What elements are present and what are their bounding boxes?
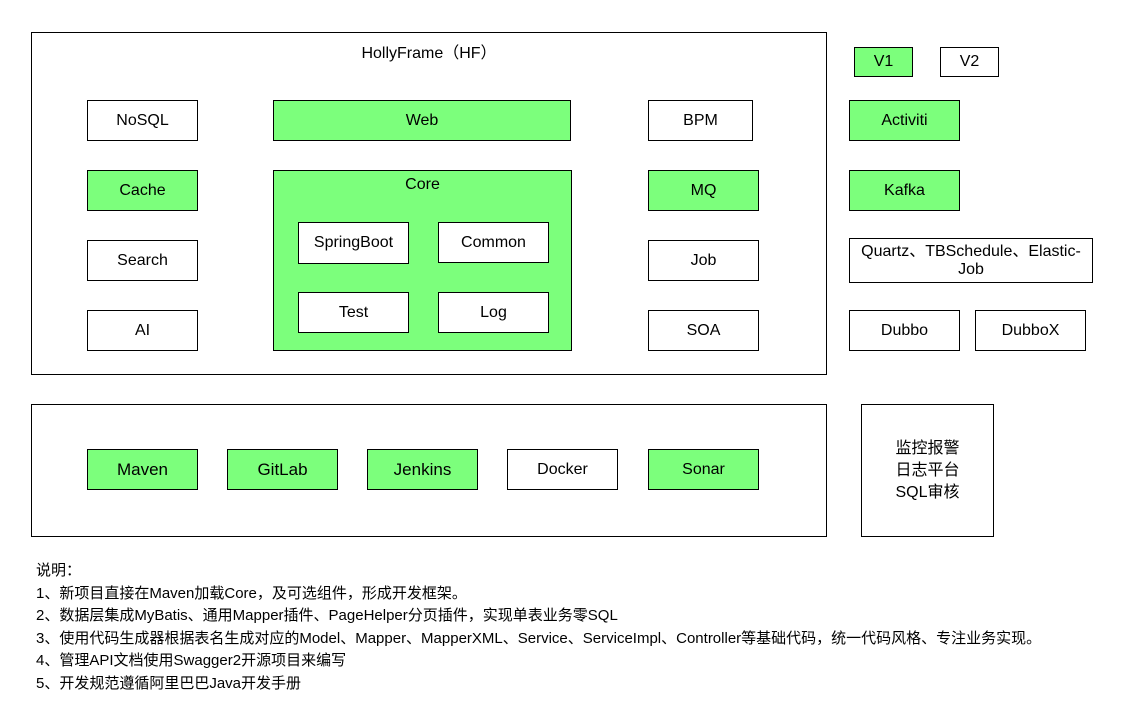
bpm-box: BPM — [648, 100, 753, 141]
dubbox-box: DubboX — [975, 310, 1086, 351]
mq-box: MQ — [648, 170, 759, 211]
search-box: Search — [87, 240, 198, 281]
job-box: Job — [648, 240, 759, 281]
kafka-box: Kafka — [849, 170, 960, 211]
common-box: Common — [438, 222, 549, 263]
sonar-box: Sonar — [648, 449, 759, 490]
activiti-box: Activiti — [849, 100, 960, 141]
notes-heading: 说明： — [36, 562, 82, 579]
note-item: 5、开发规范遵循阿里巴巴Java开发手册 — [36, 674, 302, 692]
monitor-box: 监控报警 日志平台 SQL审核 — [861, 404, 994, 537]
note-item: 1、新项目直接在Maven加载Core，及可选组件，形成开发框架。 — [36, 584, 467, 602]
legend-v1: V1 — [854, 47, 913, 77]
monitor-line-alert: 监控报警 — [895, 439, 960, 457]
docker-box: Docker — [507, 449, 618, 490]
note-item: 3、使用代码生成器根据表名生成对应的Model、Mapper、MapperXML… — [36, 629, 1042, 647]
dubbo-box: Dubbo — [849, 310, 960, 351]
monitor-line-log: 日志平台 — [895, 461, 960, 479]
web-box: Web — [273, 100, 571, 141]
ai-box: AI — [87, 310, 198, 351]
jenkins-box: Jenkins — [367, 449, 478, 490]
cache-box: Cache — [87, 170, 198, 211]
note-item: 2、数据层集成MyBatis、通用Mapper插件、PageHelper分页插件… — [36, 607, 618, 624]
soa-box: SOA — [648, 310, 759, 351]
gitlab-box: GitLab — [227, 449, 338, 490]
nosql-box: NoSQL — [87, 100, 198, 141]
notes: 说明： 1、新项目直接在Maven加载Core，及可选组件，形成开发框架。 2、… — [36, 560, 1041, 695]
note-item: 4、管理API文档使用Swagger2开源项目来编写 — [36, 652, 347, 669]
log-box: Log — [438, 292, 549, 333]
test-box: Test — [298, 292, 409, 333]
legend-v2: V2 — [940, 47, 999, 77]
hollyframe-title: HollyFrame（HF） — [361, 45, 497, 62]
core-title: Core — [405, 176, 440, 193]
job-impl-box: Quartz、TBSchedule、Elastic-Job — [849, 238, 1093, 283]
maven-box: Maven — [87, 449, 198, 490]
monitor-line-sql: SQL审核 — [895, 483, 960, 501]
springboot-box: SpringBoot — [298, 222, 409, 264]
